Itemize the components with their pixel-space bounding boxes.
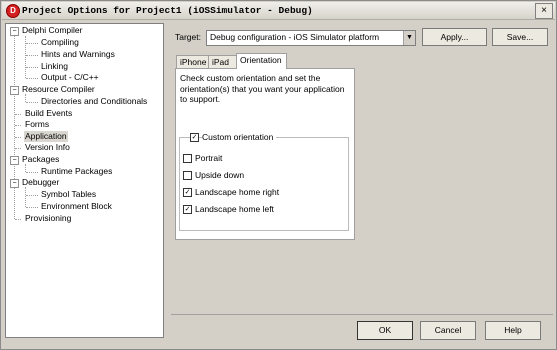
tree-item-delphi-compiler[interactable]: Delphi Compiler [21, 25, 83, 36]
portrait-label[interactable]: Portrait [195, 153, 222, 163]
app-icon: D [6, 4, 20, 18]
footer-separator [171, 314, 553, 315]
landscape-home-right-checkbox[interactable]: ✓ [183, 188, 192, 197]
help-button[interactable]: Help [485, 321, 541, 340]
tree-connector [26, 172, 38, 173]
tree-connector [26, 78, 38, 79]
tree-item-symbol-tables[interactable]: Symbol Tables [40, 189, 97, 200]
orientation-group: ✓ Custom orientation Portrait Upside dow… [179, 132, 349, 231]
upside-down-label[interactable]: Upside down [195, 170, 244, 180]
project-options-dialog: D Project Options for Project1 (iOSSimul… [0, 0, 557, 350]
tree-item-packages[interactable]: Packages [21, 154, 60, 165]
close-button[interactable]: × [535, 3, 553, 19]
tree-connector [26, 67, 38, 68]
ok-button[interactable]: OK [357, 321, 413, 340]
options-tree[interactable]: − Delphi Compiler Compiling Hints and Wa… [5, 23, 164, 338]
target-label: Target: [175, 32, 201, 42]
tree-item-compiling[interactable]: Compiling [40, 37, 80, 48]
tree-item-output-c-cpp[interactable]: Output - C/C++ [40, 72, 100, 83]
tree-connector [15, 125, 21, 126]
tree-connector [15, 219, 21, 220]
tree-connector [26, 195, 38, 196]
upside-down-checkbox[interactable] [183, 171, 192, 180]
custom-orientation-label[interactable]: Custom orientation [202, 132, 277, 142]
tree-item-build-events[interactable]: Build Events [24, 108, 73, 119]
landscape-home-right-label[interactable]: Landscape home right [195, 187, 279, 197]
tree-item-linking[interactable]: Linking [40, 61, 69, 72]
target-dropdown[interactable]: Debug configuration - iOS Simulator plat… [206, 30, 416, 46]
tree-item-provisioning[interactable]: Provisioning [24, 213, 72, 224]
tree-connector [26, 43, 38, 44]
tree-connector [25, 164, 26, 172]
tree-item-directories-and-conditionals[interactable]: Directories and Conditionals [40, 96, 148, 107]
tree-item-forms[interactable]: Forms [24, 119, 50, 130]
tree-connector [15, 137, 21, 138]
orientation-panel: Check custom orientation and set the ori… [175, 68, 355, 240]
collapse-icon[interactable]: − [10, 179, 19, 188]
tree-item-runtime-packages[interactable]: Runtime Packages [40, 166, 113, 177]
target-dropdown-value: Debug configuration - iOS Simulator plat… [210, 32, 380, 42]
cancel-button[interactable]: Cancel [420, 321, 476, 340]
tree-item-hints-and-warnings[interactable]: Hints and Warnings [40, 49, 116, 60]
tree-connector [25, 94, 26, 102]
tree-item-version-info[interactable]: Version Info [24, 142, 71, 153]
tree-connector [26, 102, 38, 103]
orientation-description: Check custom orientation and set the ori… [180, 73, 345, 104]
save-button[interactable]: Save... [492, 28, 548, 46]
window-title: Project Options for Project1 (iOSSimulat… [22, 5, 313, 16]
tree-connector [15, 114, 21, 115]
tab-ipad[interactable]: iPad [208, 55, 237, 68]
tree-item-application[interactable]: Application [24, 131, 68, 142]
custom-orientation-checkbox[interactable]: ✓ [190, 133, 199, 142]
landscape-home-left-checkbox[interactable]: ✓ [183, 205, 192, 214]
tree-connector [25, 187, 26, 207]
tree-item-debugger[interactable]: Debugger [21, 177, 60, 188]
tab-iphone[interactable]: iPhone [176, 55, 209, 68]
portrait-checkbox[interactable] [183, 154, 192, 163]
title-bar: D Project Options for Project1 (iOSSimul… [2, 2, 555, 20]
chevron-down-icon[interactable]: ▼ [403, 31, 415, 45]
collapse-icon[interactable]: − [10, 27, 19, 36]
tree-connector [26, 207, 38, 208]
tree-item-resource-compiler[interactable]: Resource Compiler [21, 84, 96, 95]
collapse-icon[interactable]: − [10, 86, 19, 95]
apply-button[interactable]: Apply... [422, 28, 487, 46]
collapse-icon[interactable]: − [10, 156, 19, 165]
tree-connector [26, 55, 38, 56]
tree-item-environment-block[interactable]: Environment Block [40, 201, 113, 212]
tab-orientation[interactable]: Orientation [236, 53, 287, 69]
tree-connector [15, 148, 21, 149]
landscape-home-left-label[interactable]: Landscape home left [195, 204, 274, 214]
